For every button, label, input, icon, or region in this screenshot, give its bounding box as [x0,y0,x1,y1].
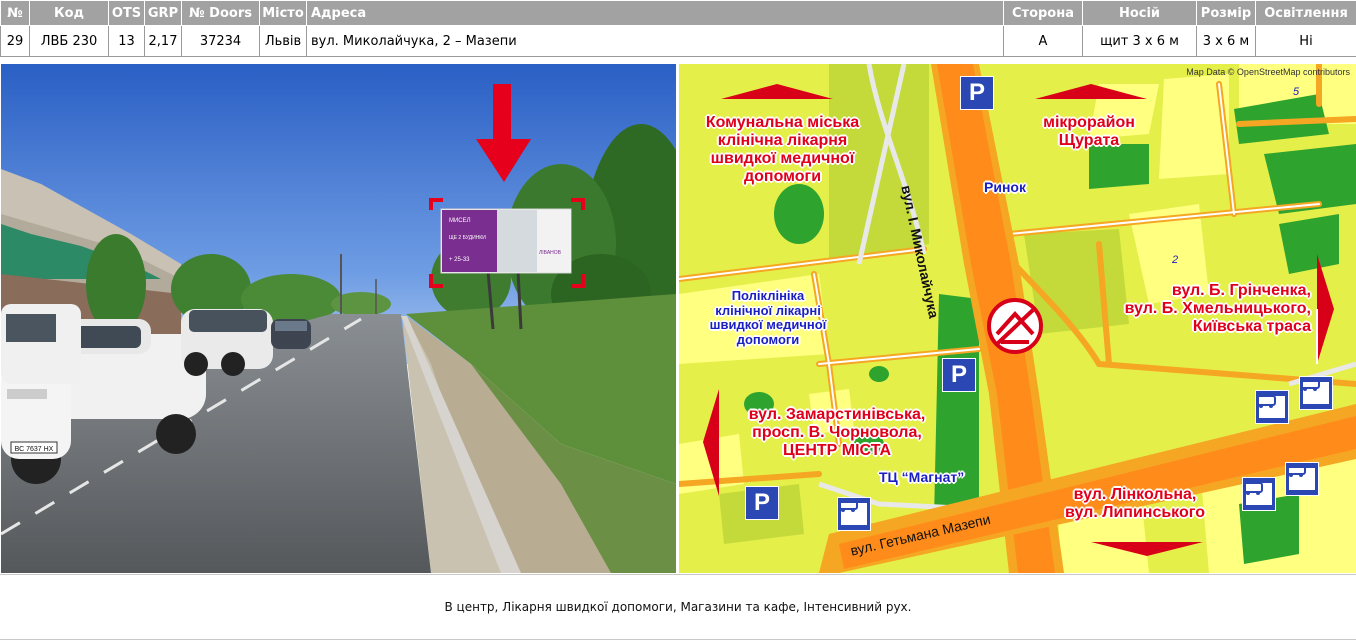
bus-stop-icon [1299,376,1333,410]
parking-icon: P [745,486,779,520]
map-credit: Map Data © OpenStreetMap contributors [1186,67,1350,77]
header-code: Код [29,0,109,26]
billboard-marker-icon [987,298,1043,354]
table-row: 29 ЛВБ 230 13 2,17 37234 Львів вул. Мико… [0,25,1356,57]
header-city: Місто [259,0,307,26]
header-side: Сторона [1003,0,1083,26]
parking-icon: P [942,358,976,392]
location-map: Map Data © OpenStreetMap contributors 5 … [679,64,1356,573]
cell-grp: 2,17 [144,25,182,57]
cell-number: 29 [0,25,30,57]
car-white-middle [181,309,273,376]
header-ots: OTS [108,0,145,26]
plate-text: ВС 7637 НХ [15,446,54,453]
header-grp: GRP [144,0,182,26]
header-carrier: Носій [1082,0,1197,26]
bus-stop-icon [1285,462,1319,496]
cell-city: Львів [259,25,307,57]
cell-doors: 37234 [181,25,260,57]
label-mall: ТЦ “Магнат” [879,469,965,485]
label-district: мікрорайон Щурата [1043,114,1135,149]
header-doors: № Doors [181,0,260,26]
cell-lighting: Ні [1255,25,1356,57]
arrow-east [1317,254,1334,364]
label-south-direction: вул. Лінкольна, вул. Липинського [1065,486,1205,521]
table-header-row: № Код OTS GRP № Doors Місто Адреса Сторо… [0,0,1356,26]
description-text: В центр, Лікарня швидкої допомоги, Магаз… [444,600,912,614]
cell-side: A [1003,25,1083,57]
billboard-info-table: № Код OTS GRP № Doors Місто Адреса Сторо… [0,0,1356,57]
svg-text:+ 25-33: + 25-33 [449,257,470,263]
svg-text:ЛІВАНОВ: ЛІВАНОВ [539,250,562,256]
trolleybus-stop-icon [1255,390,1289,424]
cell-code: ЛВБ 230 [29,25,109,57]
location-description: В центр, Лікарня швидкої допомоги, Магаз… [0,574,1356,640]
label-polyclinic: Поліклініка клінічної лікарні швидкої ме… [709,288,827,347]
arrow-north-left [721,84,833,99]
map-number-5: 5 [1293,86,1300,98]
car-dark [271,319,311,349]
header-size: Розмір [1196,0,1256,26]
svg-text:ЩЕ 2 БУДИНКИ: ЩЕ 2 БУДИНКИ [449,235,486,241]
location-photo: ВС 7637 НХ МИСЕЛ ЩЕ 2 БУДИНКИ ЛІВАНОВ + … [1,64,676,573]
cell-carrier: щит 3 х 6 м [1082,25,1197,57]
cell-address: вул. Миколайчука, 2 – Мазепи [306,25,1004,57]
bus-stop-icon [837,497,871,531]
label-east-direction: вул. Б. Грінченка, вул. Б. Хмельницького… [1124,282,1311,335]
trolleybus-stop-icon [1242,477,1276,511]
map-number-2: 2 [1172,254,1179,266]
header-number: № [0,0,30,26]
cell-size: 3 х 6 м [1196,25,1256,57]
label-hospital: Комунальна міська клінічна лікарня швидк… [705,114,860,185]
parking-icon: P [960,76,994,110]
header-lighting: Освітлення [1255,0,1356,26]
label-market: Ринок [984,179,1026,195]
label-west-direction: вул. Замарстинівська, просп. В. Чорновол… [748,406,926,459]
cell-ots: 13 [108,25,145,57]
svg-text:МИСЕЛ: МИСЕЛ [449,218,471,224]
header-address: Адреса [306,0,1004,26]
